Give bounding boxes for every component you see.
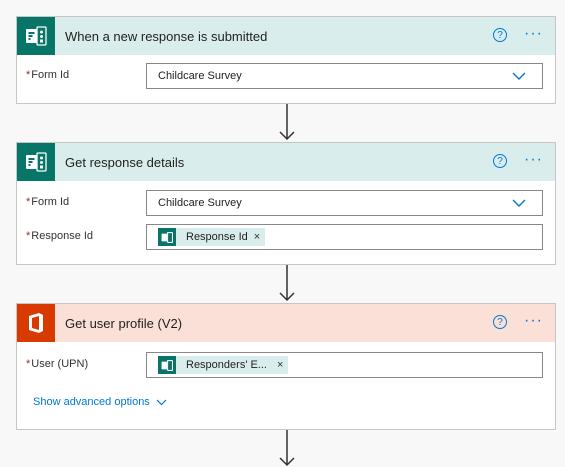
forms-icon bbox=[158, 228, 176, 246]
form-id-row: *Form Id Childcare Survey bbox=[17, 63, 555, 89]
token-remove-icon[interactable]: × bbox=[254, 231, 260, 243]
required-marker: * bbox=[26, 69, 31, 81]
flow-arrow-icon bbox=[279, 265, 295, 302]
help-icon[interactable]: ? bbox=[493, 154, 507, 168]
forms-icon bbox=[17, 143, 55, 181]
help-icon[interactable]: ? bbox=[493, 28, 507, 42]
trigger-card[interactable]: When a new response is submitted ? ··· *… bbox=[16, 16, 556, 104]
chevron-down-icon[interactable] bbox=[512, 196, 526, 210]
form-id-value: Childcare Survey bbox=[158, 197, 242, 209]
more-options-icon[interactable]: ··· bbox=[524, 313, 543, 329]
token-label: Responders' E... bbox=[186, 359, 267, 371]
more-options-icon[interactable]: ··· bbox=[524, 152, 543, 168]
get-response-details-card[interactable]: Get response details ? ··· *Form Id Chil… bbox=[16, 142, 556, 265]
response-id-token[interactable]: Response Id × bbox=[158, 228, 266, 246]
flow-arrow-icon bbox=[279, 104, 295, 141]
token-remove-icon[interactable]: × bbox=[277, 359, 283, 371]
token-label: Response Id bbox=[186, 231, 248, 243]
get-user-profile-header[interactable]: Get user profile (V2) ? ··· bbox=[17, 304, 555, 342]
get-user-profile-card[interactable]: Get user profile (V2) ? ··· *User (UPN) … bbox=[16, 303, 556, 430]
form-id-label: *Form Id bbox=[26, 196, 70, 208]
form-id-dropdown[interactable]: Childcare Survey bbox=[146, 63, 543, 89]
help-icon[interactable]: ? bbox=[493, 315, 507, 329]
form-id-row: *Form Id Childcare Survey bbox=[17, 190, 555, 216]
response-id-label: *Response Id bbox=[26, 230, 94, 242]
required-marker: * bbox=[26, 358, 31, 370]
responders-email-token[interactable]: Responders' E... × bbox=[158, 356, 289, 374]
required-marker: * bbox=[26, 230, 31, 242]
forms-icon bbox=[158, 356, 176, 374]
show-advanced-options-label: Show advanced options bbox=[33, 396, 150, 408]
office-icon bbox=[17, 304, 55, 342]
user-upn-label: *User (UPN) bbox=[26, 358, 89, 370]
card-title: Get user profile (V2) bbox=[65, 315, 183, 331]
card-title: Get response details bbox=[65, 154, 185, 170]
form-id-value: Childcare Survey bbox=[158, 70, 242, 82]
show-advanced-options-link[interactable]: Show advanced options bbox=[33, 396, 167, 408]
more-options-icon[interactable]: ··· bbox=[524, 26, 543, 42]
get-response-details-header[interactable]: Get response details ? ··· bbox=[17, 143, 555, 181]
forms-icon bbox=[17, 17, 55, 55]
required-marker: * bbox=[26, 196, 31, 208]
trigger-card-header[interactable]: When a new response is submitted ? ··· bbox=[17, 17, 555, 55]
response-id-field[interactable]: Response Id × bbox=[146, 224, 543, 250]
form-id-dropdown[interactable]: Childcare Survey bbox=[146, 190, 543, 216]
card-title: When a new response is submitted bbox=[65, 28, 268, 44]
user-upn-row: *User (UPN) Responders' E... × bbox=[17, 352, 555, 378]
user-upn-field[interactable]: Responders' E... × bbox=[146, 352, 543, 378]
response-id-row: *Response Id Response Id × bbox=[17, 224, 555, 250]
chevron-down-icon bbox=[156, 399, 167, 406]
flow-arrow-icon bbox=[279, 430, 295, 467]
form-id-label: *Form Id bbox=[26, 69, 70, 81]
chevron-down-icon[interactable] bbox=[512, 69, 526, 83]
